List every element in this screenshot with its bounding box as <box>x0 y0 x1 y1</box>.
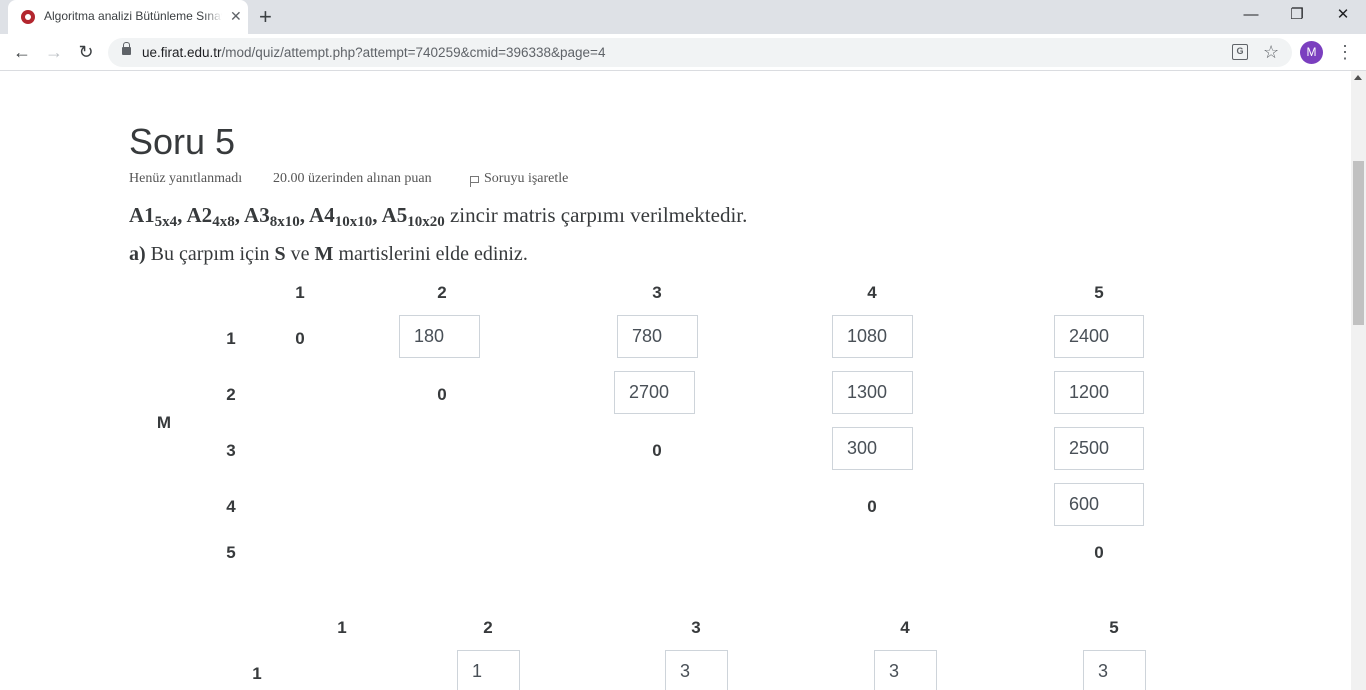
m-col-header: 4 <box>867 283 877 302</box>
m-diagonal-cell: 0 <box>1094 543 1104 562</box>
back-button[interactable]: ← <box>10 40 34 64</box>
s-input-1-2[interactable]: 1 <box>457 650 520 690</box>
reload-button[interactable]: ↻ <box>74 40 98 64</box>
m-row-header: 2 <box>226 385 236 404</box>
matrix-dim: 10x10 <box>334 214 373 230</box>
browser-menu-icon[interactable]: ⋮ <box>1336 40 1354 64</box>
m-diagonal-cell: 0 <box>867 497 877 516</box>
matrix-name: A4 <box>309 203 335 227</box>
s-row-header: 1 <box>252 664 262 683</box>
matrix-dim: 5x4 <box>154 214 178 230</box>
question-part-a: a) Bu çarpım için S ve M martislerini el… <box>129 243 528 266</box>
m-diagonal-cell: 0 <box>652 441 662 460</box>
part-text: Bu çarpım için <box>150 243 270 265</box>
question-intro: A15x4, A24x8, A38x10, A410x10, A510x20 z… <box>129 203 748 230</box>
question-status: Henüz yanıtlanmadı <box>129 171 243 186</box>
part-text: martislerini elde ediniz. <box>338 243 528 265</box>
s-input-1-5[interactable]: 3 <box>1083 650 1146 690</box>
s-col-header: 3 <box>691 618 701 637</box>
m-row-header: 1 <box>226 329 236 348</box>
page-scrollbar[interactable] <box>1351 71 1366 690</box>
m-input-1-3[interactable]: 780 <box>617 315 698 358</box>
url-path: /mod/quiz/attempt.php?attempt=740259&cmi… <box>221 45 606 60</box>
m-input-4-5[interactable]: 600 <box>1054 483 1144 526</box>
s-col-header: 2 <box>483 618 493 637</box>
m-input-1-2[interactable]: 180 <box>399 315 480 358</box>
url-text[interactable]: ue.firat.edu.tr/mod/quiz/attempt.php?att… <box>142 45 605 60</box>
site-favicon-icon <box>21 10 35 24</box>
matrix-name: A1 <box>129 203 155 227</box>
part-s: S <box>274 243 286 265</box>
translate-icon[interactable]: G <box>1232 44 1248 60</box>
part-m: M <box>314 243 334 265</box>
m-input-3-4[interactable]: 300 <box>832 427 913 470</box>
new-tab-button[interactable]: + <box>259 4 272 30</box>
tab-close-icon[interactable]: ✕ <box>230 8 242 24</box>
url-host: ue.firat.edu.tr <box>142 45 222 60</box>
address-bar[interactable]: ue.firat.edu.tr/mod/quiz/attempt.php?att… <box>108 38 1292 67</box>
part-label: a) <box>129 243 146 265</box>
s-col-header: 5 <box>1109 618 1119 637</box>
m-input-1-4[interactable]: 1080 <box>832 315 913 358</box>
matrix-name: A5 <box>381 203 408 227</box>
flag-question-link[interactable]: Soruyu işaretle <box>484 171 568 187</box>
m-matrix-label: M <box>156 413 172 432</box>
m-input-2-4[interactable]: 1300 <box>832 371 913 414</box>
m-col-header: 2 <box>437 283 447 302</box>
m-row-header: 3 <box>226 441 236 460</box>
window-minimize-button[interactable]: — <box>1236 4 1266 28</box>
m-diagonal-cell: 0 <box>295 329 305 348</box>
m-col-header: 5 <box>1094 283 1104 302</box>
s-col-header: 1 <box>337 618 347 637</box>
profile-avatar[interactable]: M <box>1300 41 1323 64</box>
window-restore-button[interactable]: ❐ <box>1282 4 1312 28</box>
question-title: Soru 5 <box>129 121 236 162</box>
tab-strip: Algoritma analizi Bütünleme Sınavı ✕ + —… <box>0 0 1366 34</box>
m-col-header: 3 <box>652 283 662 302</box>
scroll-up-arrow-icon[interactable] <box>1354 75 1362 80</box>
flag-icon[interactable] <box>469 175 479 187</box>
forward-button[interactable]: → <box>42 40 66 64</box>
page-content: Soru 5 Henüz yanıtlanmadı 20.00 üzerinde… <box>0 71 1351 690</box>
s-input-1-4[interactable]: 3 <box>874 650 937 690</box>
question-points: 20.00 üzerinden alınan puan <box>273 171 432 186</box>
scroll-thumb[interactable] <box>1353 161 1364 325</box>
s-col-header: 4 <box>900 618 910 637</box>
m-input-2-3[interactable]: 2700 <box>614 371 695 414</box>
window-close-button[interactable]: ✕ <box>1328 4 1358 28</box>
tab-title: Algoritma analizi Bütünleme Sınavı <box>44 9 222 23</box>
m-input-2-5[interactable]: 1200 <box>1054 371 1144 414</box>
browser-tab[interactable]: Algoritma analizi Bütünleme Sınavı ✕ <box>8 0 248 34</box>
m-col-header: 1 <box>295 283 305 302</box>
s-input-1-3[interactable]: 3 <box>665 650 728 690</box>
lock-icon[interactable] <box>122 42 131 55</box>
part-text: ve <box>290 243 310 265</box>
bookmark-star-icon[interactable]: ☆ <box>1263 41 1279 63</box>
m-input-1-5[interactable]: 2400 <box>1054 315 1144 358</box>
browser-toolbar: ← → ↻ ue.firat.edu.tr/mod/quiz/attempt.p… <box>0 34 1366 71</box>
matrix-name: A3 <box>244 203 270 227</box>
matrix-dim: 4x8 <box>212 214 235 230</box>
m-diagonal-cell: 0 <box>437 385 447 404</box>
m-input-3-5[interactable]: 2500 <box>1054 427 1144 470</box>
m-row-header: 5 <box>226 543 236 562</box>
intro-tail: zincir matris çarpımı verilmektedir. <box>449 203 748 227</box>
m-row-header: 4 <box>226 497 236 516</box>
matrix-dim: 8x10 <box>269 214 300 230</box>
matrix-dim: 10x20 <box>407 214 445 230</box>
matrix-name: A2 <box>186 203 213 227</box>
